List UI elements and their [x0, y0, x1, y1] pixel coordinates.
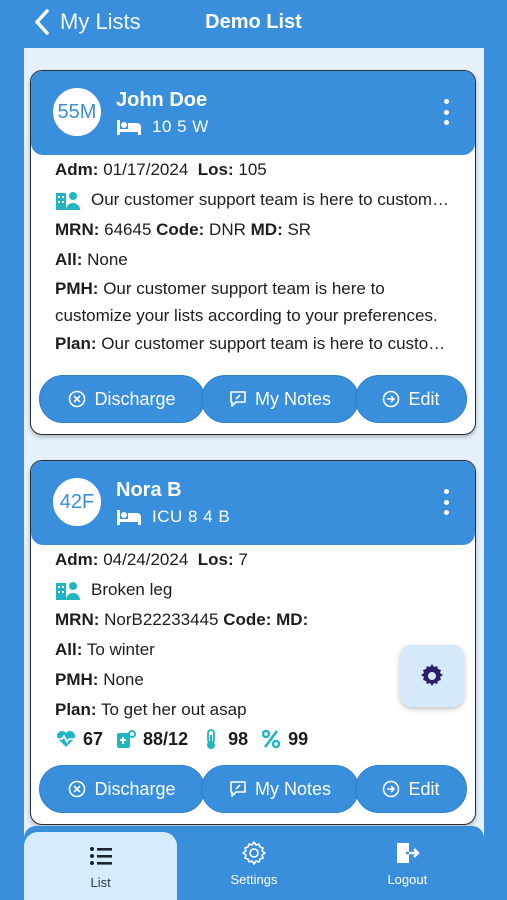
note-edit-icon: [230, 391, 246, 407]
close-circle-icon: [69, 780, 86, 798]
list-icon: [89, 846, 112, 865]
my-notes-button[interactable]: My Notes: [201, 375, 359, 423]
mrn-value: NorB22233445: [104, 610, 219, 629]
pmh-value: Our customer support team is here to cus…: [55, 279, 438, 325]
thermometer-icon: [207, 729, 216, 749]
plan-value: To get her out asap: [100, 700, 247, 719]
more-options-icon[interactable]: [441, 489, 451, 515]
bed-location: 10 5 W: [152, 117, 209, 136]
gear-icon: [421, 664, 443, 686]
floating-settings-button[interactable]: [400, 645, 464, 707]
plan-row: Plan: Our customer support team is here …: [55, 329, 451, 359]
mrn-value: 64645: [104, 220, 152, 239]
admission-date: 04/24/2024: [103, 550, 189, 569]
edit-button[interactable]: Edit: [355, 375, 467, 423]
md-value: SR: [287, 220, 312, 239]
patient-card[interactable]: 42F Nora B ICU 8 4 B Adm: 04/24/2024 Los…: [30, 460, 476, 825]
heart-rate: 67: [55, 728, 103, 750]
allergies-row: All: To winter: [55, 640, 155, 659]
patient-card-body: Adm: 01/17/2024 Los: 105 Our customer su…: [31, 155, 475, 359]
department-text: Broken leg: [91, 580, 173, 599]
patient-card-header: 55M John Doe 10 5 W: [31, 71, 475, 155]
bottom-tab-bar: List Settings Logout: [24, 826, 484, 900]
vitals-row: 67 88/12 98 99: [55, 725, 451, 753]
my-notes-button[interactable]: My Notes: [201, 765, 359, 813]
note-edit-icon: [230, 781, 246, 797]
card-actions: Discharge My Notes Edit: [39, 765, 467, 813]
length-of-stay: 7: [238, 550, 248, 569]
hospital-icon: [56, 192, 80, 210]
pmh-value: None: [103, 670, 144, 689]
patient-name: Nora B: [116, 479, 182, 501]
avatar: 55M: [51, 86, 103, 138]
bed-icon: [117, 120, 141, 135]
bed-info: ICU 8 4 B: [116, 507, 230, 527]
allergies-row: All: None: [55, 250, 128, 269]
patient-card[interactable]: 55M John Doe 10 5 W Adm: 01/17/2024 Los:…: [30, 70, 476, 435]
discharge-button[interactable]: Discharge: [39, 375, 205, 423]
avatar: 42F: [51, 476, 103, 528]
admission-row: Adm: 01/17/2024 Los: 105: [55, 160, 267, 179]
code-value: DNR: [209, 220, 246, 239]
more-options-icon[interactable]: [441, 99, 451, 125]
length-of-stay: 105: [238, 160, 267, 179]
discharge-button[interactable]: Discharge: [39, 765, 205, 813]
page-title: Demo List: [205, 11, 302, 33]
heart-pulse-icon: [57, 731, 75, 747]
patient-card-header: 42F Nora B ICU 8 4 B: [31, 461, 475, 545]
tab-list[interactable]: List: [24, 832, 178, 900]
blood-pressure: 88/12: [115, 728, 188, 750]
edit-button[interactable]: Edit: [355, 765, 467, 813]
pmh-row: PMH: None: [55, 670, 144, 689]
pmh-row: PMH: Our customer support team is here t…: [55, 279, 438, 325]
oxygen-saturation: 99: [260, 728, 308, 750]
card-actions: Discharge My Notes Edit: [39, 375, 467, 423]
mrn-row: MRN: NorB22233445 Code: MD:: [55, 610, 309, 629]
blood-pressure-icon: [117, 730, 137, 748]
plan-row: Plan: To get her out asap: [55, 700, 247, 719]
department-row: Our customer support team is here to cus…: [55, 185, 451, 215]
department-text: Our customer support team is here to cus…: [91, 190, 451, 209]
patient-name: John Doe: [116, 89, 208, 111]
hospital-icon: [56, 582, 80, 600]
bed-location: ICU 8 4 B: [152, 507, 231, 526]
admission-date: 01/17/2024: [103, 160, 189, 179]
mrn-row: MRN: 64645 Code: DNR MD: SR: [55, 220, 312, 239]
plan-value: Our customer support team is here to cus…: [101, 334, 451, 353]
bed-info: 10 5 W: [116, 117, 209, 137]
close-circle-icon: [69, 390, 86, 408]
admission-row: Adm: 04/24/2024 Los: 7: [55, 550, 248, 569]
department-row: Broken leg: [55, 575, 451, 605]
percent-icon: [261, 729, 281, 749]
tab-logout[interactable]: Logout: [331, 826, 484, 900]
tab-settings[interactable]: Settings: [177, 826, 330, 900]
bed-icon: [117, 510, 141, 525]
arrow-right-circle-icon: [383, 780, 400, 798]
arrow-right-circle-icon: [383, 390, 400, 408]
temperature: 98: [200, 728, 248, 750]
top-bar: My Lists Demo List: [0, 0, 507, 48]
logout-icon: [397, 842, 421, 863]
gear-outline-icon: [242, 840, 266, 865]
allergies-value: To winter: [86, 640, 155, 659]
allergies-value: None: [87, 250, 128, 269]
